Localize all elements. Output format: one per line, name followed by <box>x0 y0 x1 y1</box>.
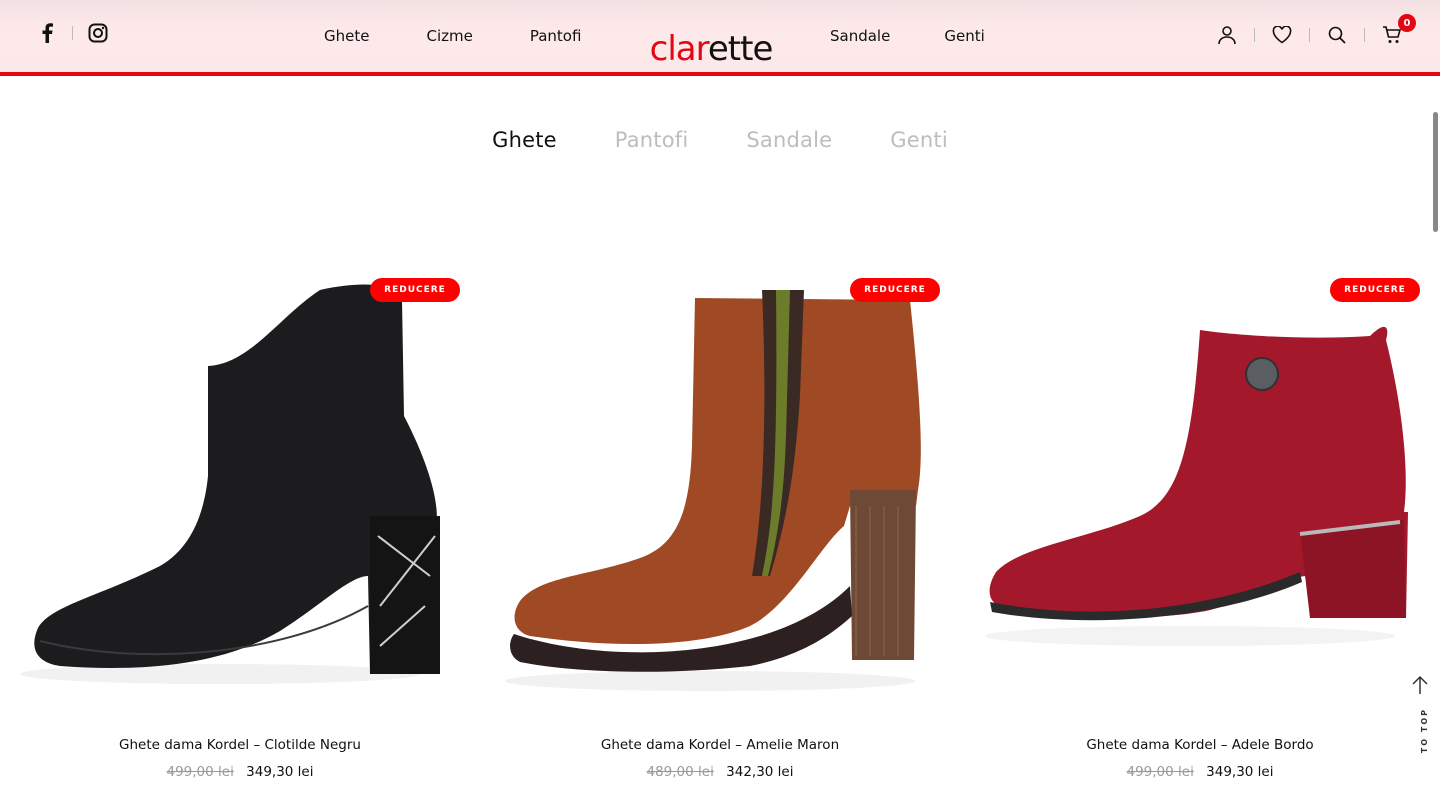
nav-item-ghete[interactable]: Ghete <box>300 27 393 45</box>
product-image[interactable]: REDUCERE <box>500 276 940 716</box>
site-header: Ghete Cizme Pantofi clarette Sandale Gen… <box>0 0 1440 76</box>
category-tabs: Ghete Pantofi Sandale Genti <box>0 128 1440 152</box>
nav-item-sandale[interactable]: Sandale <box>806 27 914 45</box>
product-price: 499,00 lei 349,30 lei <box>20 764 460 780</box>
divider <box>1254 28 1255 42</box>
arrow-up-icon <box>1412 675 1428 694</box>
facebook-icon[interactable] <box>36 22 58 44</box>
old-price: 489,00 lei <box>646 764 714 780</box>
tab-ghete[interactable]: Ghete <box>492 128 557 152</box>
product-title[interactable]: Ghete dama Kordel – Adele Bordo <box>980 737 1420 753</box>
to-top-label: TO TOP <box>1420 708 1429 754</box>
product-image[interactable]: REDUCERE <box>980 276 1420 716</box>
divider <box>72 26 73 40</box>
scrollbar-thumb[interactable] <box>1433 112 1438 232</box>
divider <box>1364 28 1365 42</box>
site-logo[interactable]: clarette <box>646 10 776 66</box>
logo-main-text: clar <box>649 29 709 69</box>
sale-price: 349,30 lei <box>1206 764 1274 780</box>
tab-pantofi[interactable]: Pantofi <box>615 128 689 152</box>
product-title[interactable]: Ghete dama Kordel – Clotilde Negru <box>20 737 460 753</box>
sale-badge: REDUCERE <box>370 278 460 302</box>
product-card[interactable]: REDUCERE Ghete dama Kordel – Amelie Maro… <box>500 276 940 790</box>
product-price: 499,00 lei 349,30 lei <box>980 764 1420 780</box>
sale-price: 342,30 lei <box>726 764 794 780</box>
cart-count-badge: 0 <box>1398 14 1416 32</box>
main-nav-right: Sandale Genti <box>806 27 1009 45</box>
product-card[interactable]: REDUCERE Ghete dama Kordel – Adele Bordo… <box>980 276 1420 790</box>
account-icon[interactable] <box>1214 22 1240 48</box>
nav-item-cizme[interactable]: Cizme <box>393 27 496 45</box>
product-title[interactable]: Ghete dama Kordel – Amelie Maron <box>500 737 940 753</box>
nav-item-genti[interactable]: Genti <box>914 27 1008 45</box>
search-icon[interactable] <box>1324 22 1350 48</box>
tab-sandale[interactable]: Sandale <box>746 128 832 152</box>
header-tools: 0 <box>1214 14 1416 48</box>
nav-item-pantofi[interactable]: Pantofi <box>497 27 606 45</box>
divider <box>1309 28 1310 42</box>
product-price: 489,00 lei 342,30 lei <box>500 764 940 780</box>
instagram-icon[interactable] <box>87 22 109 44</box>
product-image[interactable]: REDUCERE <box>20 276 460 716</box>
sale-price: 349,30 lei <box>246 764 314 780</box>
logo-accent-text: ette <box>707 29 773 69</box>
main-nav-left: Ghete Cizme Pantofi <box>300 27 605 45</box>
old-price: 499,00 lei <box>1126 764 1194 780</box>
wishlist-heart-icon[interactable] <box>1269 22 1295 48</box>
social-links <box>36 22 109 44</box>
sale-badge: REDUCERE <box>1330 278 1420 302</box>
cart-icon[interactable]: 0 <box>1379 14 1416 48</box>
old-price: 499,00 lei <box>166 764 234 780</box>
to-top-button[interactable]: TO TOP <box>1408 674 1432 764</box>
sale-badge: REDUCERE <box>850 278 940 302</box>
product-card[interactable]: REDUCERE Ghete dama Kordel – Clotilde Ne… <box>20 276 460 790</box>
tab-genti[interactable]: Genti <box>890 128 948 152</box>
